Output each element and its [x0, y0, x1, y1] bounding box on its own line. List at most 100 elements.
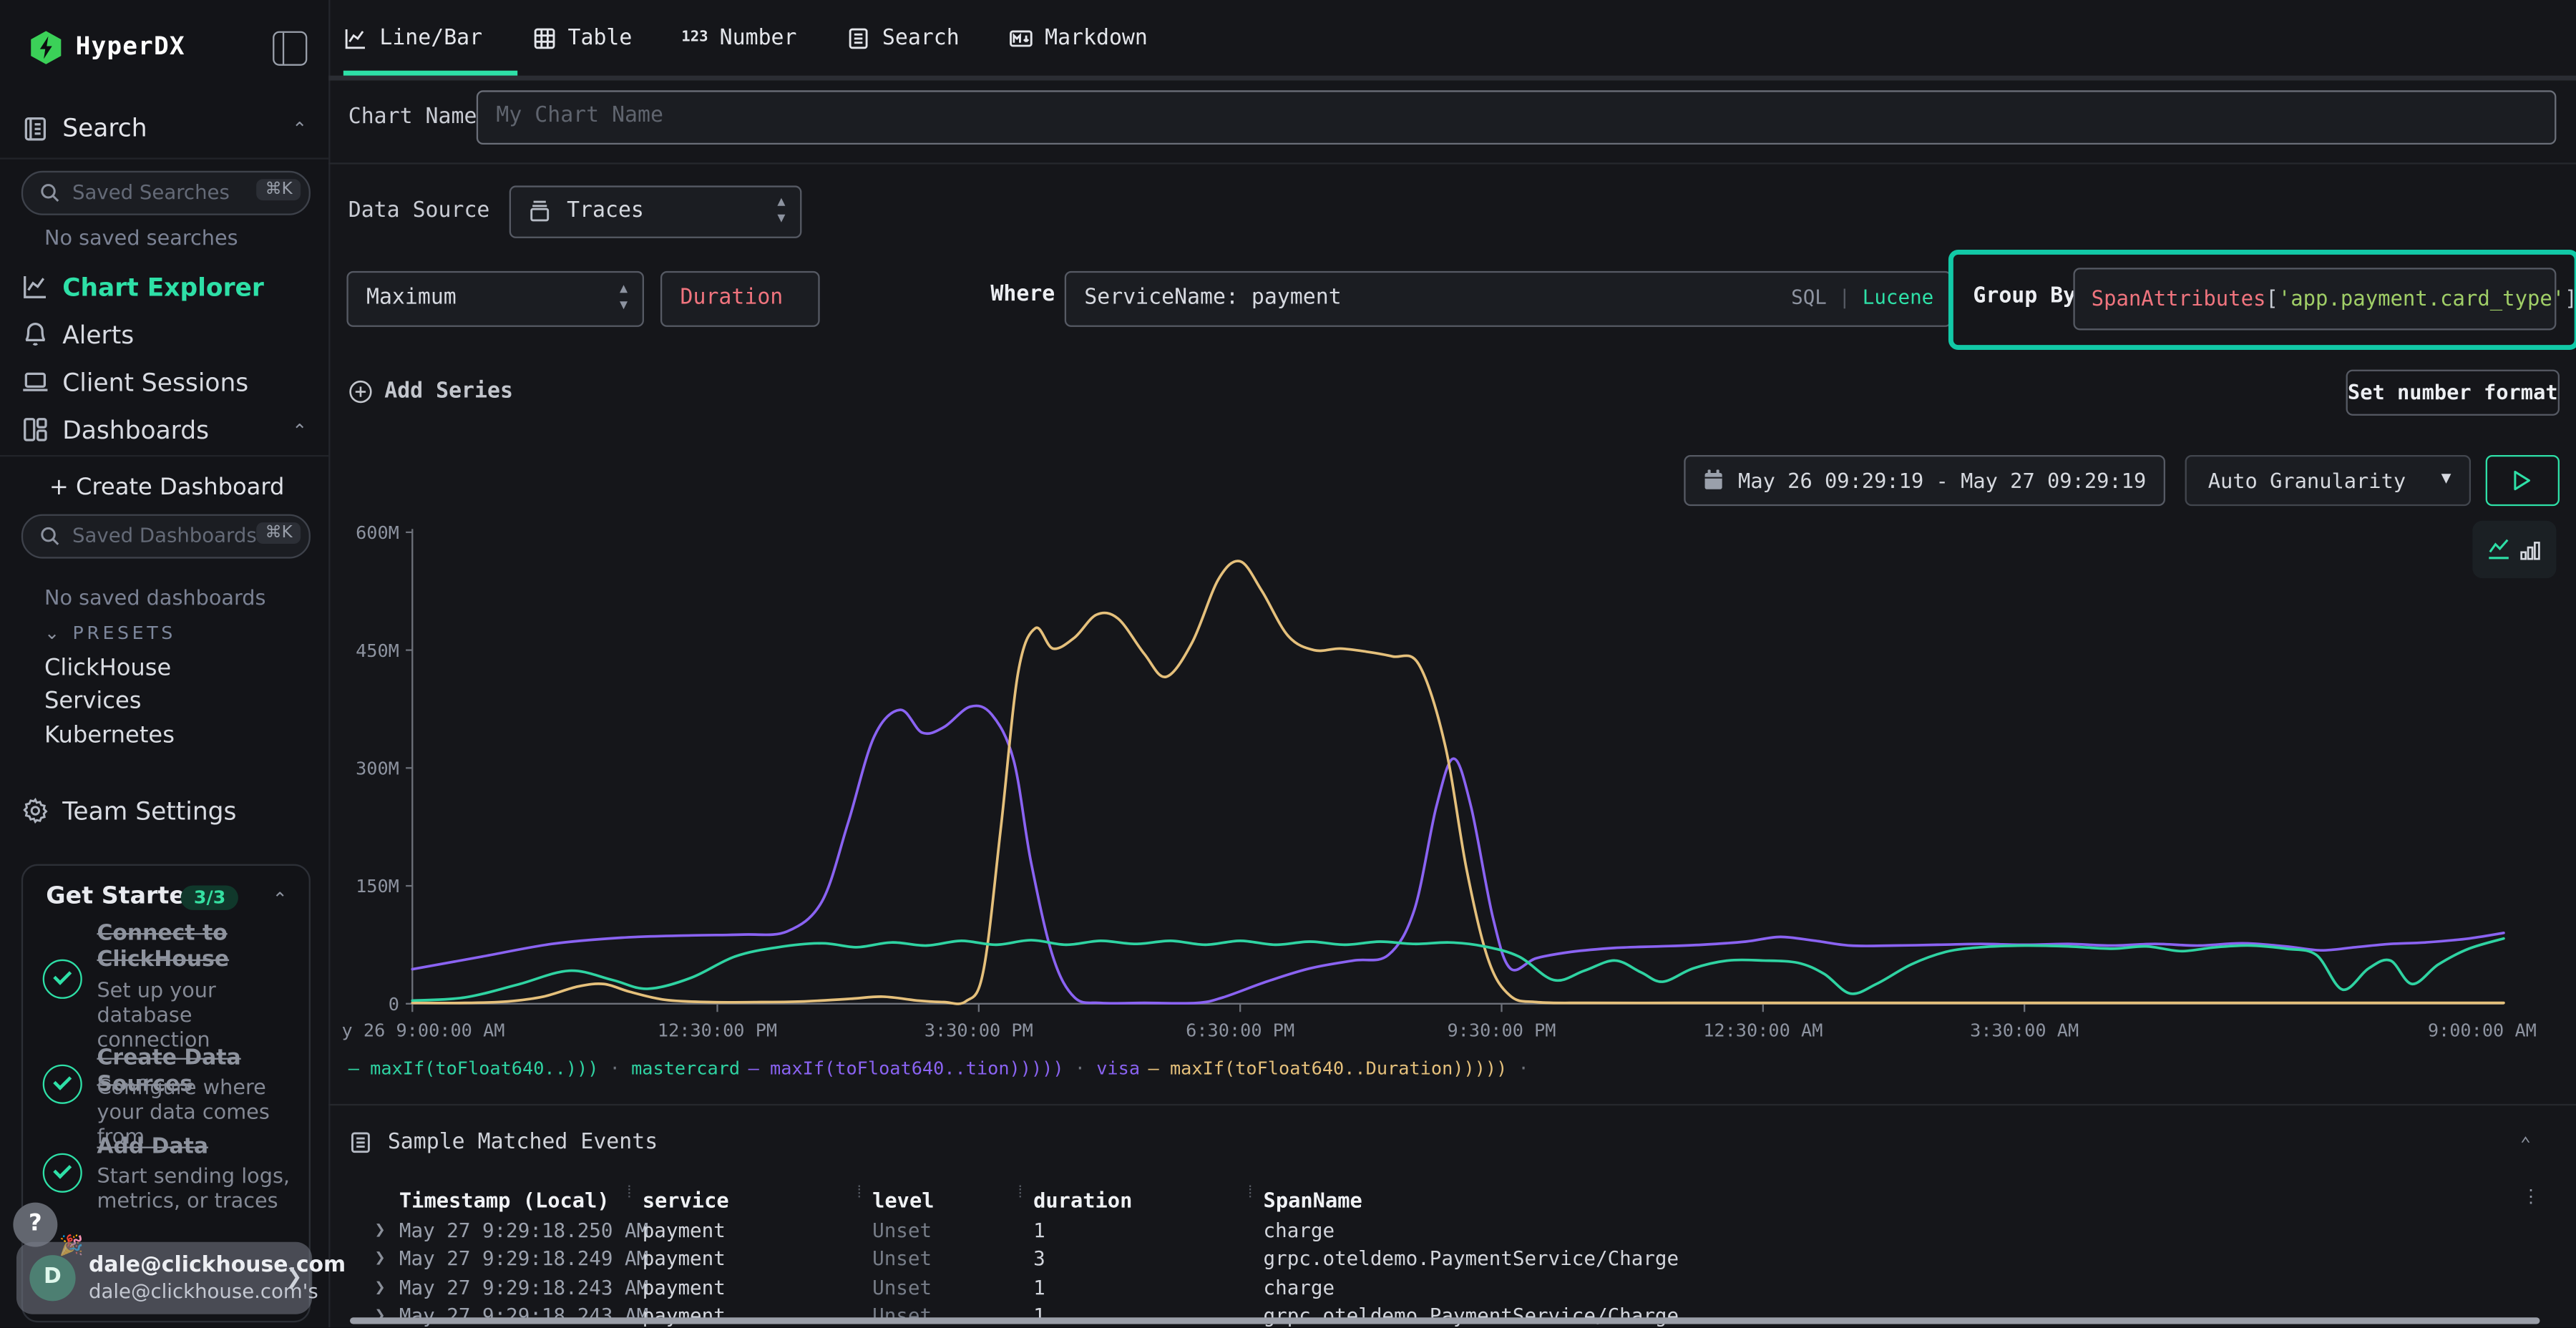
lucene-toggle[interactable]: Lucene	[1863, 285, 1934, 308]
bell-icon	[21, 321, 49, 348]
chart-name-input[interactable]: My Chart Name	[477, 90, 2557, 145]
granularity-value: Auto Granularity	[2208, 467, 2406, 492]
row-expand-icon[interactable]: ❯	[374, 1247, 385, 1269]
event-cell[interactable]: 1	[1033, 1276, 1045, 1299]
x-axis-tick-label: 12:30:00 PM	[658, 1020, 777, 1041]
sidebar-item-label: Dashboards	[62, 416, 209, 445]
divider	[328, 162, 2576, 164]
col-spanname[interactable]: SpanName	[1264, 1188, 1362, 1212]
event-cell[interactable]: May 27 9:29:18.243 AM	[399, 1304, 648, 1327]
col-service[interactable]: service	[643, 1188, 729, 1212]
event-cell[interactable]: payment	[643, 1304, 726, 1327]
x-axis-tick-label: 9:30:00 PM	[1447, 1020, 1556, 1041]
set-number-format-button[interactable]: Set number format	[2346, 370, 2560, 416]
sidebar-item-alerts[interactable]: Alerts	[0, 314, 328, 357]
event-cell[interactable]: Unset	[872, 1219, 932, 1242]
group-by-annotation-highlight: Group By SpanAttributes['app.payment.car…	[1948, 250, 2576, 350]
preset-clickhouse[interactable]: ClickHouse	[44, 655, 171, 682]
where-value: ServiceName: payment	[1084, 285, 1341, 309]
where-input[interactable]: ServiceName: payment SQL | Lucene	[1065, 271, 1952, 327]
group-by-input[interactable]: SpanAttributes['app.payment.card_type']	[2073, 268, 2556, 330]
sidebar-item-team-settings[interactable]: Team Settings	[0, 790, 328, 833]
shortcut-badge: ⌘K	[257, 178, 301, 200]
chevron-up-icon[interactable]: ⌃	[273, 889, 288, 910]
field-input[interactable]: Duration	[660, 271, 820, 327]
chevron-up-icon: ⌃	[292, 118, 307, 140]
saved-dashboards-input[interactable]: Saved Dashboards ⌘K	[21, 514, 311, 559]
bracket-open: [	[2265, 285, 2278, 310]
tab-markdown[interactable]: Markdown	[1009, 26, 1148, 50]
get-started-item-subtitle: Start sending logs, metrics, or traces	[97, 1163, 294, 1212]
sql-toggle[interactable]: SQL	[1791, 285, 1827, 308]
column-resize-handle[interactable]: ⁞	[854, 1189, 864, 1199]
event-cell[interactable]: payment	[643, 1247, 726, 1270]
data-source-label: Data Source	[348, 199, 490, 223]
series-line-mastercard	[412, 939, 2504, 1001]
column-resize-handle[interactable]: ⁞	[624, 1189, 634, 1199]
app-title: HyperDX	[76, 31, 185, 61]
chart-line-icon	[21, 273, 49, 301]
timeseries-chart[interactable]: 0150M300M450M600MMay 26 9:00:00 AM12:30:…	[342, 519, 2544, 1062]
select-chevrons-icon: ▲▼	[620, 281, 628, 314]
tab-line-bar[interactable]: Line/Bar	[343, 26, 482, 50]
sidebar-item-label: Client Sessions	[62, 368, 248, 397]
event-cell[interactable]: May 27 9:29:18.243 AM	[399, 1276, 648, 1299]
tab-search[interactable]: Search	[846, 26, 959, 50]
column-resize-handle[interactable]: ⁞	[1245, 1189, 1255, 1199]
event-cell[interactable]: Unset	[872, 1247, 932, 1270]
preset-services[interactable]: Services	[44, 688, 142, 715]
y-axis-tick-label: 450M	[356, 640, 399, 661]
no-saved-searches-text: No saved searches	[44, 225, 238, 250]
preset-kubernetes[interactable]: Kubernetes	[44, 723, 175, 749]
event-cell[interactable]: grpc.oteldemo.PaymentService/Charge	[1264, 1304, 1679, 1327]
col-duration[interactable]: duration	[1033, 1188, 1132, 1212]
create-dashboard-button[interactable]: + Create Dashboard	[49, 475, 285, 502]
event-cell[interactable]: grpc.oteldemo.PaymentService/Charge	[1264, 1247, 1679, 1270]
col-level[interactable]: level	[872, 1188, 934, 1212]
event-cell[interactable]: May 27 9:29:18.249 AM	[399, 1247, 648, 1270]
event-cell[interactable]: Unset	[872, 1276, 932, 1299]
event-cell[interactable]: 3	[1033, 1247, 1045, 1270]
main-panel: Line/Bar Table 123 Number Search Markdow…	[328, 0, 2576, 1327]
sidebar-item-client-sessions[interactable]: Client Sessions	[0, 361, 328, 404]
avatar: D	[29, 1255, 75, 1301]
column-resize-handle[interactable]: ⁞	[1015, 1189, 1025, 1199]
legend-item[interactable]: — maxIf(toFloat640..tion))))) · visa	[748, 1058, 1140, 1080]
aggregation-select[interactable]: Maximum ▲▼	[346, 271, 644, 327]
x-axis-tick-label: 3:30:00 AM	[1970, 1020, 2079, 1041]
saved-searches-input[interactable]: Saved Searches ⌘K	[21, 171, 311, 215]
help-button[interactable]: ?	[13, 1203, 57, 1247]
event-cell[interactable]: 1	[1033, 1219, 1045, 1242]
granularity-select[interactable]: Auto Granularity ▼	[2185, 455, 2471, 506]
event-cell[interactable]: charge	[1264, 1276, 1335, 1299]
event-cell[interactable]: Unset	[872, 1304, 932, 1327]
event-cell[interactable]: payment	[643, 1219, 726, 1242]
sidebar-collapse-icon[interactable]	[273, 31, 307, 66]
collapse-events-icon[interactable]: ⌃	[2520, 1133, 2531, 1155]
event-cell[interactable]: charge	[1264, 1219, 1335, 1242]
add-series-button[interactable]: Add Series	[348, 376, 513, 406]
sidebar-item-dashboards[interactable]: Dashboards ⌃	[0, 409, 328, 452]
tab-number[interactable]: 123 Number	[681, 26, 796, 50]
event-cell[interactable]: 1	[1033, 1304, 1045, 1327]
horizontal-scrollbar[interactable]	[350, 1317, 2540, 1324]
event-cell[interactable]: payment	[643, 1276, 726, 1299]
legend-item[interactable]: — maxIf(toFloat640..Duration))))) ·	[1148, 1058, 1529, 1080]
event-cell[interactable]: May 27 9:29:18.250 AM	[399, 1219, 648, 1242]
data-source-select[interactable]: Traces ▲▼	[509, 185, 802, 238]
sidebar-section-search[interactable]: Search ⌃	[21, 112, 307, 148]
date-range-input[interactable]: May 26 09:29:19 - May 27 09:29:19	[1684, 455, 2165, 506]
row-expand-icon[interactable]: ❯	[374, 1219, 385, 1241]
tab-table[interactable]: Table	[532, 26, 632, 50]
presets-header[interactable]: ⌄PRESETS	[44, 622, 176, 644]
legend-item[interactable]: — maxIf(toFloat640..))) · mastercard	[348, 1058, 740, 1080]
user-account-chip[interactable]: D dale@clickhouse.com dale@clickhouse.co…	[16, 1242, 312, 1314]
row-expand-icon[interactable]: ❯	[374, 1276, 385, 1297]
x-axis-tick-label: 12:30:00 AM	[1703, 1020, 1823, 1041]
events-section-divider	[328, 1104, 2576, 1105]
run-query-button[interactable]	[2486, 455, 2560, 506]
sidebar-item-chart-explorer[interactable]: Chart Explorer	[0, 266, 328, 309]
col-timestamp[interactable]: Timestamp (Local)	[399, 1188, 610, 1212]
events-menu-icon[interactable]: ⋮	[2522, 1186, 2540, 1208]
sample-events-header[interactable]: Sample Matched Events	[348, 1131, 658, 1155]
